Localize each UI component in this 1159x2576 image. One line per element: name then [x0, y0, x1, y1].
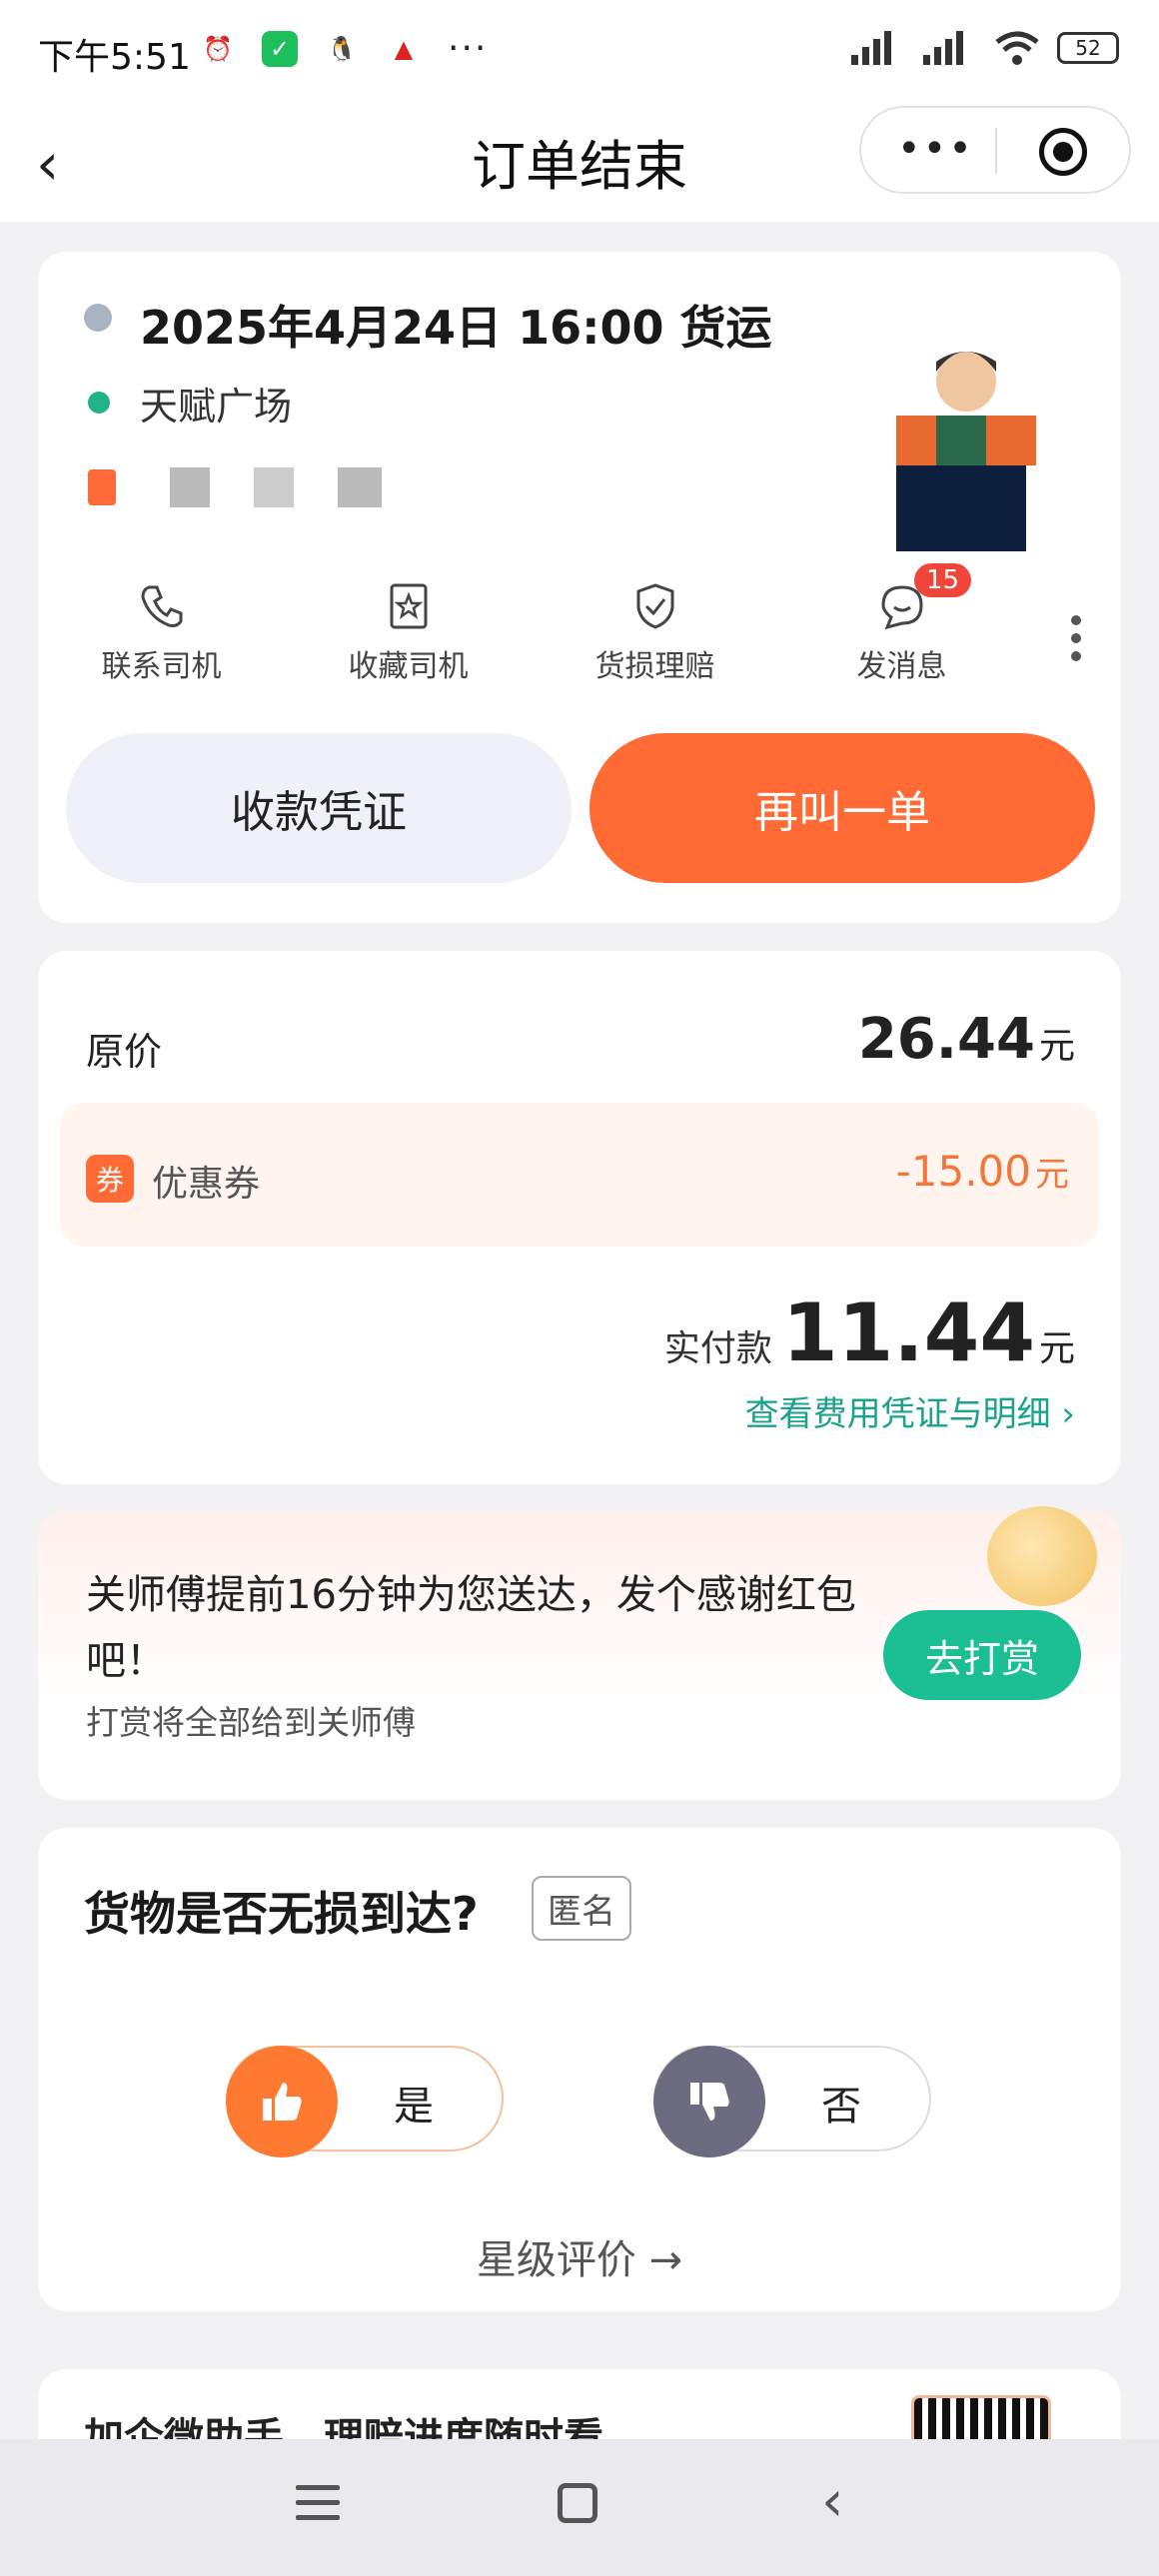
coupon-value: -15.00 元	[896, 1147, 1069, 1196]
star-bookmark-icon	[390, 583, 427, 629]
no-label: 否	[821, 2084, 861, 2130]
clock-icon	[84, 304, 112, 332]
order-datetime: 2025年4月24日 16:00 货运	[140, 301, 772, 355]
currency-unit: 元	[1035, 1155, 1069, 1195]
status-icons-right: 52	[849, 30, 1119, 66]
wifi-icon	[995, 31, 1039, 65]
action-label: 收藏司机	[348, 649, 469, 684]
more-menu-button[interactable]: •••	[897, 126, 974, 172]
coupon-row: 券 优惠券 -15.00 元	[60, 1103, 1099, 1247]
status-icons-left: ⏰ ✓ 🐧 ▲ ···	[200, 28, 488, 69]
order-card: 2025年4月24日 16:00 货运 天赋广场 联系司机 收藏司机 货损理赔 …	[38, 252, 1121, 923]
tip-button[interactable]: 去打赏	[883, 1610, 1081, 1700]
masked-text-block	[170, 467, 210, 507]
original-price-label: 原价	[86, 1030, 163, 1074]
coin-icon	[987, 1506, 1097, 1606]
paid-label: 实付款	[663, 1328, 772, 1369]
original-price-value: 26.44 元	[858, 1007, 1075, 1072]
qq-icon: 🐧	[327, 34, 357, 63]
shield-check-icon	[636, 583, 673, 629]
coupon-amount: -15.00	[895, 1147, 1031, 1196]
close-target-icon[interactable]	[1039, 128, 1087, 176]
masked-text-block	[338, 467, 382, 507]
paid-value: 11.44 元	[782, 1287, 1075, 1379]
action-label: 联系司机	[101, 649, 222, 684]
favorite-driver-action[interactable]: 收藏司机	[285, 581, 532, 691]
status-bar: 下午5:51 ⏰ ✓ 🐧 ▲ ··· 52	[0, 0, 1159, 100]
battery-indicator: 52	[1057, 32, 1119, 64]
receipt-button[interactable]: 收款凭证	[66, 733, 572, 883]
home-icon[interactable]	[558, 2483, 597, 2523]
action-label: 发消息	[856, 649, 947, 684]
action-label: 货损理赔	[594, 649, 715, 684]
signal-icon-2	[923, 31, 963, 65]
origin-place: 天赋广场	[140, 385, 293, 429]
system-nav-bar: ‹	[0, 2439, 1159, 2576]
paid-amount-number: 11.44	[781, 1287, 1035, 1379]
driver-avatar	[896, 352, 1036, 551]
tip-card: 关师傅提前16分钟为您送达，发个感谢红包吧！ 打赏将全部给到关师傅 去打赏	[38, 1506, 1121, 1800]
tip-message: 关师傅提前16分钟为您送达，发个感谢红包吧！	[86, 1572, 856, 1684]
capsule-divider	[995, 128, 997, 174]
rating-card: 货物是否无损到达? 匿名 是 否 星级评价 →	[38, 1828, 1121, 2311]
paid-amount: 实付款 11.44 元	[664, 1287, 1075, 1379]
mini-program-capsule: •••	[859, 106, 1131, 194]
menu-icon[interactable]	[296, 2485, 340, 2530]
back-icon[interactable]: ‹	[821, 2469, 843, 2534]
price-card: 原价 26.44 元 券 优惠券 -15.00 元 实付款 11.44 元 查看费用凭…	[38, 951, 1121, 1484]
alarm-icon: ⏰	[203, 34, 233, 63]
anonymous-tag[interactable]: 匿名	[532, 1876, 631, 1941]
thumbs-down-icon[interactable]	[653, 2046, 765, 2157]
currency-unit: 元	[1038, 1026, 1075, 1067]
signal-icon	[851, 31, 891, 65]
damage-claim-action[interactable]: 货损理赔	[532, 581, 778, 691]
app-notify-icon: ✓	[262, 30, 298, 67]
more-notify-icon: ···	[448, 28, 489, 69]
send-message-action[interactable]: 发消息 15	[778, 563, 1025, 691]
fee-detail-link[interactable]: 查看费用凭证与明细 ›	[745, 1386, 1075, 1435]
masked-text-block	[254, 467, 294, 507]
status-time: 下午5:51	[38, 37, 191, 78]
currency-unit: 元	[1038, 1328, 1075, 1369]
unread-badge: 15	[914, 563, 972, 597]
nav-bar: ‹ 订单结束 •••	[0, 100, 1159, 222]
thumbs-up-icon[interactable]	[226, 2046, 338, 2157]
bank-icon: ▲	[394, 34, 414, 63]
yes-label: 是	[394, 2084, 434, 2130]
coupon-icon: 券	[86, 1155, 134, 1203]
coupon-label: 优惠券	[152, 1164, 261, 1205]
rating-question: 货物是否无损到达?	[84, 1887, 479, 1941]
phone-icon	[140, 585, 182, 627]
vertical-more-icon[interactable]	[1071, 615, 1081, 669]
origin-dot-icon	[88, 392, 110, 414]
order-actions: 联系司机 收藏司机 货损理赔 发消息 15	[38, 563, 1121, 691]
original-price-amount: 26.44	[857, 1007, 1035, 1072]
tip-subtext: 打赏将全部给到关师傅	[86, 1703, 416, 1742]
reorder-button[interactable]: 再叫一单	[589, 733, 1095, 883]
contact-driver-action[interactable]: 联系司机	[38, 581, 285, 691]
destination-dot-icon	[88, 469, 116, 505]
star-rating-link[interactable]: 星级评价 →	[38, 2227, 1121, 2285]
